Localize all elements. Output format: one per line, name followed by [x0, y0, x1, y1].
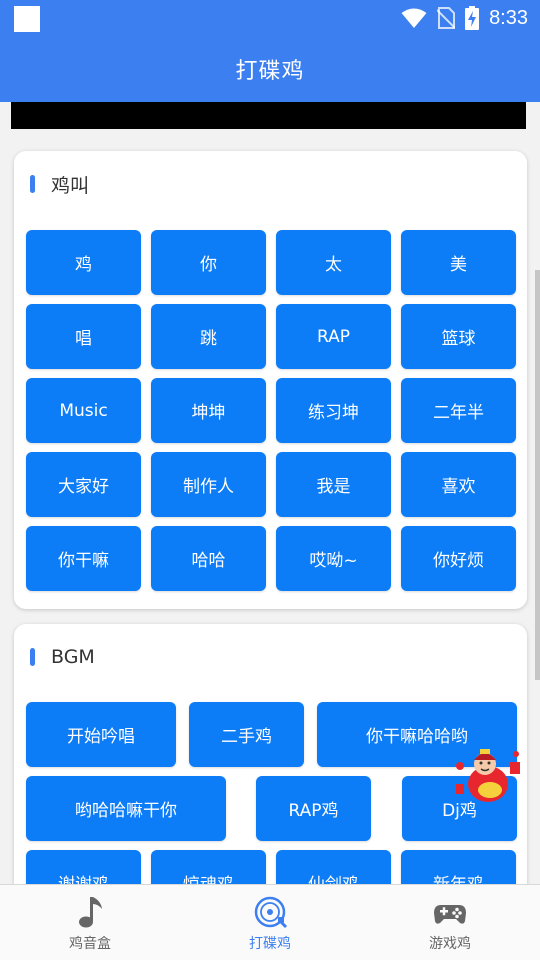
section-marker: [30, 648, 35, 666]
bgm-button[interactable]: 二手鸡: [189, 702, 304, 767]
mascot-float-icon[interactable]: [452, 744, 526, 806]
sound-button[interactable]: 我是: [276, 452, 391, 517]
bgm-button[interactable]: 新年鸡: [401, 850, 516, 884]
sound-button[interactable]: 美: [401, 230, 516, 295]
bgm-button[interactable]: 开始吟唱: [26, 702, 176, 767]
sound-button[interactable]: 鸡: [26, 230, 141, 295]
disc-icon: [254, 896, 288, 929]
no-sim-icon: [437, 7, 456, 29]
sound-button[interactable]: 制作人: [151, 452, 266, 517]
section-title: BGM: [51, 646, 95, 668]
sound-button[interactable]: Music: [26, 378, 141, 443]
page-title: 打碟鸡: [235, 59, 305, 84]
status-bar: 8:33: [0, 0, 540, 36]
sound-button[interactable]: 篮球: [401, 304, 516, 369]
section-title: 鸡叫: [51, 174, 90, 197]
bgm-button[interactable]: 仙剑鸡: [276, 850, 391, 884]
sound-button[interactable]: 哎呦~: [276, 526, 391, 591]
wifi-icon: [401, 8, 427, 28]
music-note-icon: [79, 897, 102, 928]
sound-button[interactable]: 坤坤: [151, 378, 266, 443]
sound-button[interactable]: 跳: [151, 304, 266, 369]
nav-item-dj-chicken[interactable]: 打碟鸡: [180, 885, 360, 960]
sound-button[interactable]: 二年半: [401, 378, 516, 443]
sound-button[interactable]: 你: [151, 230, 266, 295]
nav-label: 打碟鸡: [249, 936, 291, 952]
status-time: 8:33: [489, 6, 528, 29]
nav-label: 鸡音盒: [69, 936, 111, 952]
sound-button[interactable]: 哈哈: [151, 526, 266, 591]
bgm-button[interactable]: 谢谢鸡: [26, 850, 141, 884]
status-indicators: 8:33: [401, 4, 528, 32]
bgm-button[interactable]: RAP鸡: [256, 776, 371, 841]
sound-button[interactable]: 喜欢: [401, 452, 516, 517]
card-chicken-calls: 鸡叫 鸡 你 太 美 唱 跳 RAP 篮球 Music 坤坤 练习坤 二年半 大…: [14, 151, 527, 609]
sound-button[interactable]: 唱: [26, 304, 141, 369]
card-header: BGM: [30, 646, 95, 668]
card-header: 鸡叫: [30, 173, 90, 197]
gamepad-icon: [434, 905, 466, 924]
sound-button[interactable]: 你干嘛: [26, 526, 141, 591]
nav-item-game-chicken[interactable]: 游戏鸡: [360, 885, 540, 960]
banner-ad[interactable]: [11, 102, 526, 129]
sound-button[interactable]: 练习坤: [276, 378, 391, 443]
scrollbar[interactable]: [535, 270, 540, 680]
bgm-button[interactable]: 哟哈哈嘛干你: [26, 776, 226, 841]
sound-button[interactable]: RAP: [276, 304, 391, 369]
bottom-navigation: 鸡音盒 打碟鸡 游戏鸡: [0, 884, 540, 960]
sound-button[interactable]: 你好烦: [401, 526, 516, 591]
sound-button[interactable]: 大家好: [26, 452, 141, 517]
battery-charging-icon: [465, 6, 480, 30]
card-bgm: BGM 开始吟唱 二手鸡 你干嘛哈哈哟 哟哈哈嘛干你 RAP鸡 Dj鸡 谢谢鸡 …: [14, 624, 527, 884]
bgm-button[interactable]: 惊魂鸡: [151, 850, 266, 884]
app-bar: 打碟鸡: [0, 36, 540, 102]
notification-square-icon: [14, 6, 40, 32]
nav-label: 游戏鸡: [429, 936, 471, 952]
sound-button[interactable]: 太: [276, 230, 391, 295]
nav-item-sound-box[interactable]: 鸡音盒: [0, 885, 180, 960]
section-marker: [30, 175, 35, 193]
